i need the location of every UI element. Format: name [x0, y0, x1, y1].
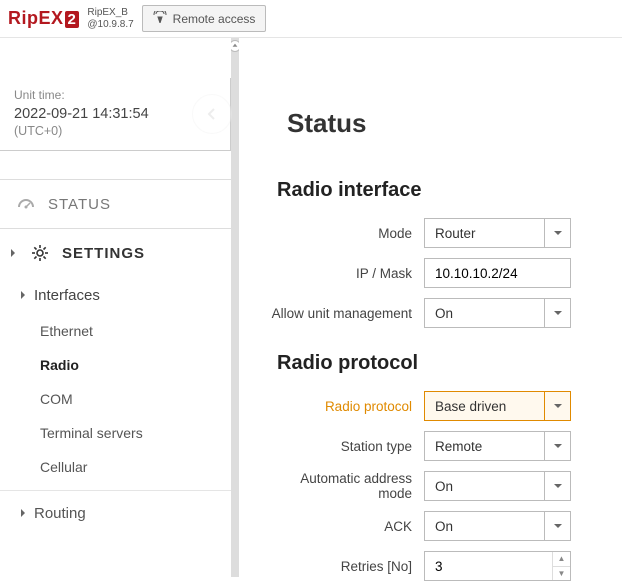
chevron-down-icon [544, 432, 570, 460]
ipmask-label: IP / Mask [269, 266, 424, 281]
mode-label: Mode [269, 226, 424, 241]
row-allow-mgmt: Allow unit management On [269, 298, 622, 328]
mode-select-value: Router [435, 226, 476, 241]
nav: STATUS SETTINGS Interfaces Ethernet Radi… [0, 179, 231, 532]
chevron-down-icon [544, 299, 570, 327]
device-name: RipEX_B [87, 7, 133, 19]
retries-spinner[interactable]: ▲ ▼ [552, 552, 570, 580]
mode-select[interactable]: Router [424, 218, 571, 248]
auto-address-value: On [435, 479, 453, 494]
section-radio-interface-title: Radio interface [277, 179, 622, 202]
row-radio-protocol: Radio protocol Base driven [269, 391, 622, 421]
retries-label: Retries [No] [269, 559, 424, 574]
nav-group-routing-label: Routing [34, 505, 86, 522]
station-type-label: Station type [269, 439, 424, 454]
nav-item-ethernet[interactable]: Ethernet [0, 314, 231, 348]
ack-select[interactable]: On [424, 511, 571, 541]
retries-input-field[interactable] [425, 552, 550, 580]
row-ack: ACK On [269, 511, 622, 541]
chevron-down-icon [544, 472, 570, 500]
collapse-sidebar-button[interactable] [192, 94, 232, 134]
page-title: Status [287, 108, 622, 139]
nav-settings-label: SETTINGS [62, 245, 145, 262]
sidebar-divider[interactable] [231, 38, 239, 577]
logo-x: X [51, 8, 64, 29]
nav-settings[interactable]: SETTINGS [0, 228, 231, 277]
allow-mgmt-label: Allow unit management [269, 306, 424, 321]
unit-time-box: Unit time: 2022-09-21 14:31:54 (UTC+0) [0, 78, 231, 151]
nav-item-radio[interactable]: Radio [0, 348, 231, 382]
nav-item-terminal-servers[interactable]: Terminal servers [0, 416, 231, 450]
gauge-icon [16, 194, 36, 214]
ipmask-input-field[interactable] [425, 259, 570, 287]
nav-status[interactable]: STATUS [0, 180, 231, 228]
radio-protocol-select[interactable]: Base driven [424, 391, 571, 421]
logo-two-badge: 2 [65, 11, 80, 28]
nav-group-interfaces-label: Interfaces [34, 287, 100, 304]
device-info: RipEX_B @10.9.8.7 [87, 7, 133, 31]
nav-status-label: STATUS [48, 196, 111, 213]
ack-label: ACK [269, 519, 424, 534]
unit-time-value: 2022-09-21 14:31:54 [14, 106, 216, 122]
logo-main: RipE [8, 8, 51, 29]
gear-icon [30, 243, 50, 263]
spinner-down-icon[interactable]: ▼ [553, 566, 570, 581]
station-type-value: Remote [435, 439, 482, 454]
chevron-right-icon [8, 245, 18, 262]
chevron-down-icon [544, 392, 570, 420]
row-auto-address: Automatic address mode On [269, 471, 622, 501]
chevron-down-icon [544, 219, 570, 247]
nav-item-com[interactable]: COM [0, 382, 231, 416]
nav-group-routing[interactable]: Routing [0, 490, 231, 532]
ack-value: On [435, 519, 453, 534]
ipmask-input[interactable] [424, 258, 571, 288]
row-ipmask: IP / Mask [269, 258, 622, 288]
auto-address-label: Automatic address mode [269, 471, 424, 501]
unit-time-tz: (UTC+0) [14, 124, 216, 138]
nav-interfaces-list: Ethernet Radio COM Terminal servers Cell… [0, 312, 231, 490]
spinner-up-icon[interactable]: ▲ [553, 552, 570, 566]
device-ip: @10.9.8.7 [87, 19, 133, 31]
allow-mgmt-select[interactable]: On [424, 298, 571, 328]
radio-protocol-label: Radio protocol [269, 399, 424, 414]
nav-group-interfaces[interactable]: Interfaces [0, 277, 231, 312]
sidebar: Unit time: 2022-09-21 14:31:54 (UTC+0) S… [0, 38, 231, 577]
radio-protocol-value: Base driven [435, 399, 506, 414]
station-type-select[interactable]: Remote [424, 431, 571, 461]
nav-item-cellular[interactable]: Cellular [0, 450, 231, 484]
remote-access-button[interactable]: Remote access [142, 5, 267, 32]
main-pane: Status Radio interface Mode Router IP / … [239, 38, 622, 577]
chevron-down-icon [544, 512, 570, 540]
allow-mgmt-value: On [435, 306, 453, 321]
unit-time-label: Unit time: [14, 88, 216, 102]
remote-access-label: Remote access [173, 12, 256, 26]
chevron-right-icon [18, 287, 28, 304]
row-mode: Mode Router [269, 218, 622, 248]
row-station-type: Station type Remote [269, 431, 622, 461]
chevron-right-icon [18, 505, 28, 522]
logo: RipEX2 [8, 8, 79, 29]
top-bar: RipEX2 RipEX_B @10.9.8.7 Remote access [0, 0, 622, 38]
auto-address-select[interactable]: On [424, 471, 571, 501]
antenna-icon [153, 11, 167, 26]
section-radio-protocol-title: Radio protocol [277, 352, 622, 375]
